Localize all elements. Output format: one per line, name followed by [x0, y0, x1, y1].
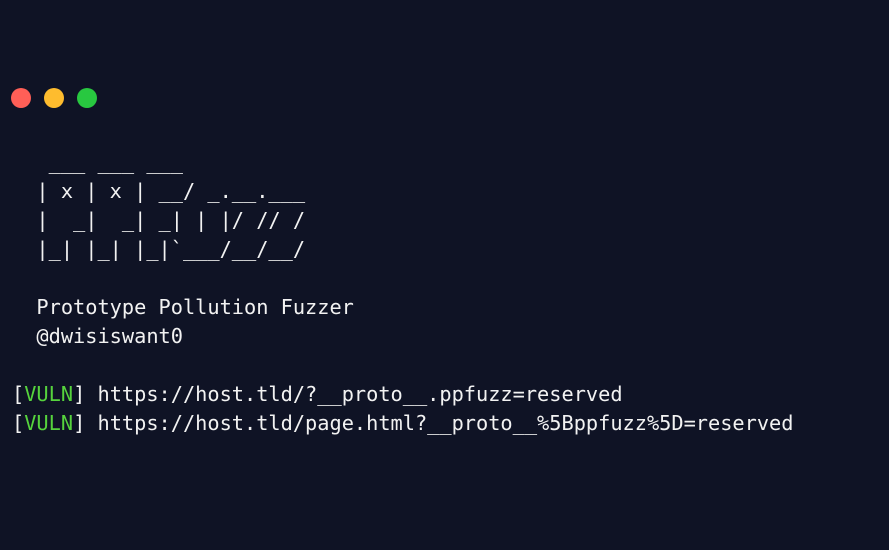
result-bracket-close: ] [73, 382, 98, 406]
result-line: [VULN] https://host.tld/?__proto__.ppfuz… [12, 380, 793, 409]
banner-line: ___ ___ ___ [12, 150, 183, 174]
close-button[interactable] [11, 88, 31, 108]
minimize-button[interactable] [44, 88, 64, 108]
tool-author: @dwisiswant0 [12, 324, 183, 348]
vuln-tag: VULN [24, 411, 74, 435]
vuln-url: https://host.tld/?__proto__.ppfuzz=reser… [97, 382, 623, 406]
banner-line: |_| |_| |_|`___/__/__/ [12, 237, 306, 261]
terminal-window: ___ ___ ___ | x | x | __/ _.__.___ | _| … [0, 0, 889, 550]
window-controls [11, 88, 97, 108]
vuln-url: https://host.tld/page.html?__proto__%5Bp… [97, 411, 794, 435]
result-bracket-open: [ [12, 411, 25, 435]
banner-line: | x | x | __/ _.__.___ [12, 179, 306, 203]
maximize-button[interactable] [77, 88, 97, 108]
vuln-tag: VULN [24, 382, 74, 406]
result-bracket-close: ] [73, 411, 98, 435]
result-bracket-open: [ [12, 382, 25, 406]
banner-line: | _| _| _| | |/ // / [12, 208, 306, 232]
terminal-output: ___ ___ ___ | x | x | __/ _.__.___ | _| … [12, 148, 793, 438]
tool-title: Prototype Pollution Fuzzer [12, 295, 354, 319]
result-line: [VULN] https://host.tld/page.html?__prot… [12, 409, 793, 438]
